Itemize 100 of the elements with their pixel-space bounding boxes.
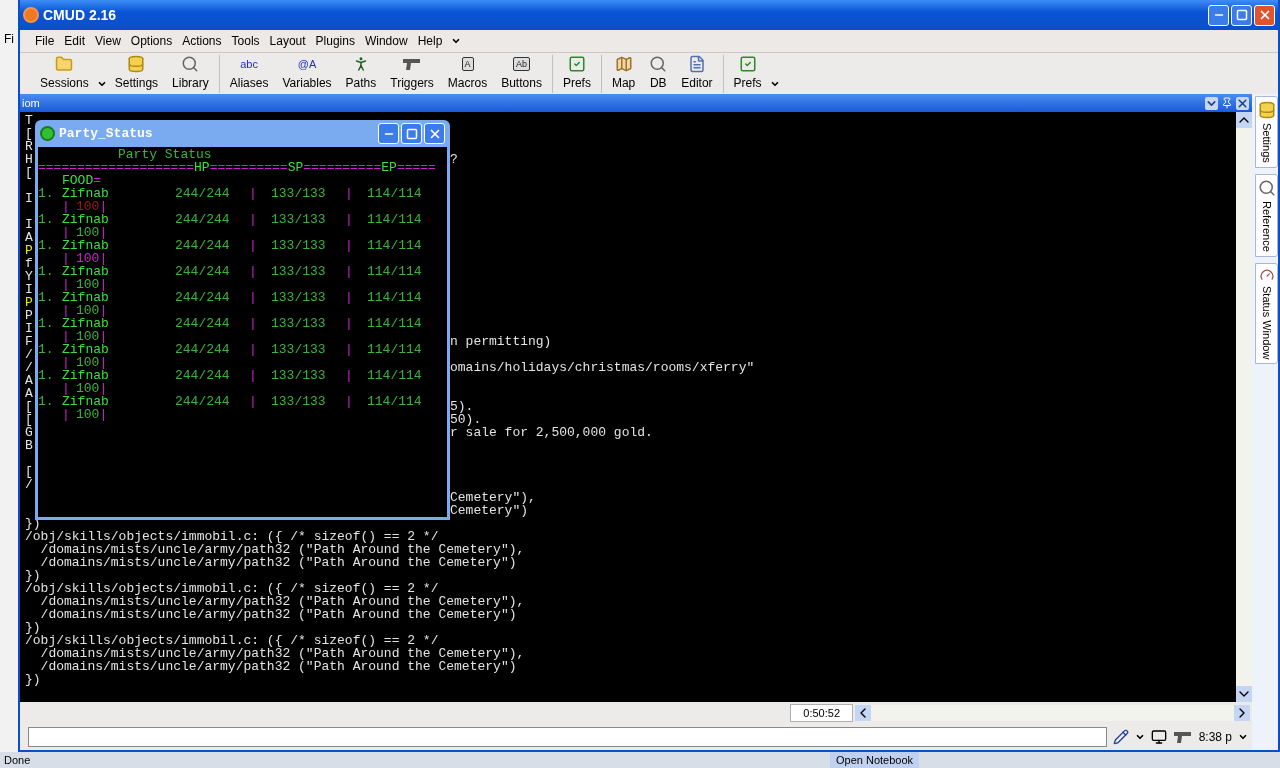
column-separator: |: [99, 408, 108, 421]
member-number: 1.: [38, 343, 55, 356]
hp-value: 244/244: [175, 187, 231, 200]
toolbar-button[interactable]: Editor: [675, 54, 719, 93]
menu-item[interactable]: Plugins: [314, 32, 356, 50]
sp-value: 133/133: [271, 213, 327, 226]
column-separator: |: [99, 382, 108, 395]
scroll-up-icon[interactable]: [1236, 112, 1252, 128]
session-title[interactable]: iom: [22, 94, 40, 112]
column-separator: |: [99, 278, 108, 291]
caret-icon[interactable]: [451, 36, 462, 46]
status-text: Done: [3, 752, 32, 768]
computer-icon[interactable]: [1150, 729, 1167, 745]
food-value: 100: [76, 226, 100, 239]
toolbar-button[interactable]: Map: [605, 54, 642, 93]
toolbar-button[interactable]: @A Variables: [276, 54, 338, 93]
menu-item[interactable]: Window: [363, 32, 409, 50]
command-input[interactable]: [28, 727, 1107, 747]
ep-value: 114/114: [367, 213, 422, 226]
divider-rule: ====================: [38, 161, 195, 174]
menu-item[interactable]: View: [94, 32, 122, 50]
ep-value: 114/114: [367, 239, 422, 252]
toolbar-button[interactable]: Library: [166, 54, 215, 93]
column-separator: |: [345, 317, 354, 330]
menu-item[interactable]: Actions: [181, 32, 223, 50]
food-marker: =: [93, 174, 102, 187]
member-name: Zifnab: [62, 291, 110, 304]
close-icon[interactable]: [1236, 96, 1249, 110]
member-number: 1.: [38, 291, 55, 304]
divider-rule: =====: [396, 161, 436, 174]
toolbar-button[interactable]: Prefs: [556, 54, 597, 93]
vertical-scrollbar[interactable]: [1236, 112, 1252, 702]
dock-tab[interactable]: Status Window: [1255, 262, 1278, 364]
dock-tab[interactable]: Reference: [1255, 173, 1278, 257]
terminal-fragment: [: [25, 399, 33, 414]
column-separator: |: [99, 356, 108, 369]
menu-item[interactable]: Options: [129, 32, 174, 50]
close-button[interactable]: [1254, 4, 1275, 26]
toolbar-button[interactable]: Triggers: [384, 54, 440, 93]
pencil-icon[interactable]: [1112, 729, 1129, 745]
toolbar-button[interactable]: Settings: [108, 54, 165, 93]
toolbar-button[interactable]: Prefs: [727, 54, 768, 93]
toolbar-button[interactable]: Ab Buttons: [495, 54, 548, 93]
scroll-left-icon[interactable]: [855, 705, 871, 721]
sp-value: 133/133: [271, 265, 327, 278]
menu-item[interactable]: File: [34, 32, 56, 50]
scroll-right-icon[interactable]: [1234, 705, 1250, 721]
toolbar-button[interactable]: DB: [643, 54, 674, 93]
menu-item[interactable]: Help: [416, 32, 444, 50]
toolbar-button[interactable]: A Macros: [441, 54, 494, 93]
hp-value: 244/244: [175, 239, 231, 252]
maximize-icon: [1235, 9, 1248, 21]
terminal-fragment: r sale for 2,500,000 gold.: [450, 426, 653, 439]
horizontal-scrollbar[interactable]: [855, 705, 1250, 721]
menu-fragment: Fi: [3, 31, 15, 48]
terminal-fragment: /: [25, 360, 33, 375]
maximize-button[interactable]: [401, 123, 422, 144]
column-separator: |: [62, 252, 70, 265]
terminal-fragment: I: [25, 191, 33, 206]
terminal-line: /obj/skills/objects/immobil.c: ({ /* sizeof() == 2 */: [25, 529, 439, 544]
dock-tab[interactable]: Settings: [1255, 96, 1278, 168]
food-value: 100: [76, 330, 100, 343]
column-separator: |: [345, 213, 354, 226]
minimize-button[interactable]: [378, 123, 399, 144]
column-separator: |: [249, 213, 258, 226]
toolbar-button[interactable]: Sessions: [34, 54, 95, 93]
maximize-button[interactable]: [1231, 4, 1252, 26]
dropdown-icon[interactable]: [1205, 96, 1218, 110]
toolbar-button[interactable]: abc Aliases: [223, 54, 275, 93]
terminal-fragment: A: [25, 373, 33, 388]
scroll-down-icon[interactable]: [1236, 686, 1252, 702]
window-title: Party_Status: [59, 127, 154, 140]
column-separator: |: [62, 408, 71, 421]
divider-rule: ==========: [209, 161, 288, 174]
column-separator: |: [345, 395, 354, 408]
map-icon: [614, 55, 633, 73]
terminal-fragment: B: [25, 438, 33, 453]
terminal-line: /obj/skills/objects/immobil.c: ({ /* sizeof() == 2 */: [25, 633, 439, 648]
column-separator: |: [62, 382, 70, 395]
menu-item[interactable]: Edit: [63, 32, 87, 50]
minimize-button[interactable]: [1208, 4, 1229, 26]
menu-item[interactable]: Tools: [230, 32, 261, 50]
terminal-fragment: H: [25, 152, 33, 167]
food-value: 100: [76, 252, 100, 265]
caret-icon[interactable]: [1134, 732, 1145, 742]
pin-icon[interactable]: [1221, 97, 1233, 109]
terminal-fragment: I: [25, 217, 33, 232]
sp-value: 133/133: [271, 343, 327, 356]
food-value: 100: [76, 408, 100, 421]
terminal-fragment: [: [25, 126, 33, 141]
hp-value: 244/244: [175, 213, 231, 226]
column-separator: |: [345, 239, 354, 252]
key-icon: Ab: [513, 57, 531, 71]
caret-icon[interactable]: [1238, 732, 1248, 742]
close-button[interactable]: [424, 123, 445, 144]
terminal-fragment: omains/holidays/christmas/rooms/xferry": [450, 361, 755, 374]
toolbar-button[interactable]: Paths: [339, 54, 383, 93]
menu-item[interactable]: Layout: [268, 32, 307, 50]
gauge-icon: [1259, 267, 1274, 282]
terminal-fragment: I: [25, 282, 33, 297]
